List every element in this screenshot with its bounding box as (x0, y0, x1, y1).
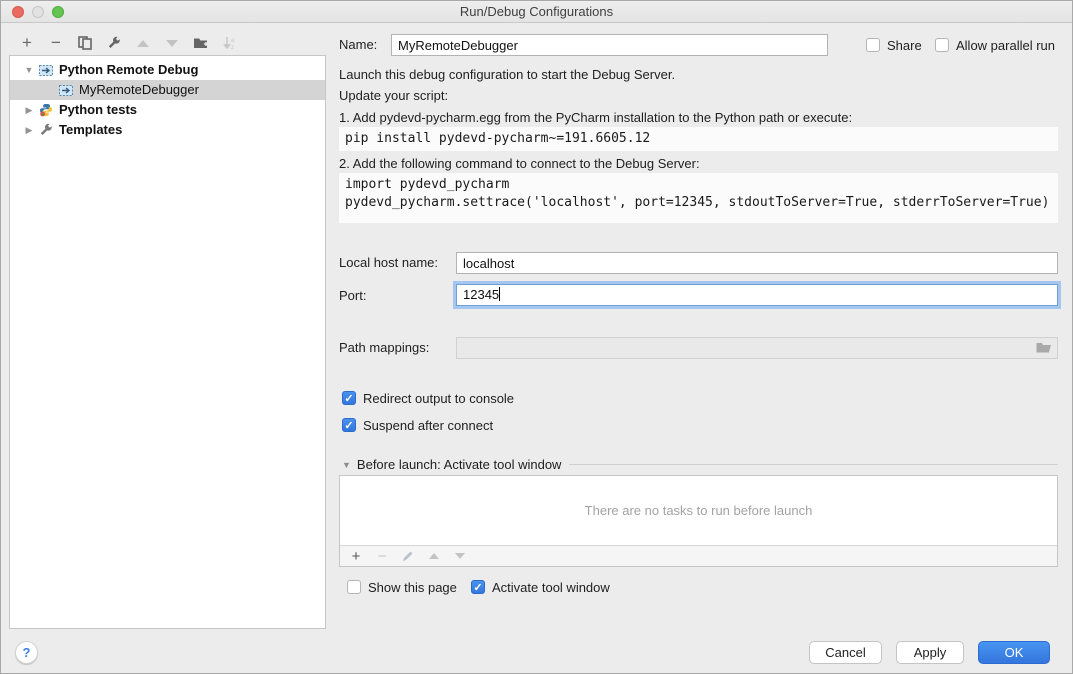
pip-install-code: pip install pydevd-pycharm~=191.6605.12 (339, 127, 1058, 151)
task-up-icon[interactable] (427, 549, 441, 563)
share-checkbox[interactable] (866, 38, 880, 52)
before-launch-header[interactable]: ▼ Before launch: Activate tool window (342, 457, 1058, 472)
activate-tool-window-row[interactable]: ✓ Activate tool window (471, 579, 610, 595)
chevron-right-icon[interactable]: ▶ (24, 120, 34, 140)
port-value: 12345 (463, 287, 499, 302)
header-divider (569, 464, 1058, 465)
settrace-code: import pydevd_pycharm pydevd_pycharm.set… (339, 173, 1058, 223)
allow-parallel-label: Allow parallel run (956, 38, 1055, 53)
apply-label: Apply (914, 645, 947, 660)
run-debug-configurations-dialog: Run/Debug Configurations + − az ▼ Python… (0, 0, 1073, 674)
share-label: Share (887, 38, 922, 53)
description-line1: Launch this debug configuration to start… (339, 67, 675, 82)
configurations-toolbar: + − az (19, 32, 238, 54)
port-input[interactable]: 12345 (456, 284, 1058, 306)
empty-tasks-message: There are no tasks to run before launch (340, 476, 1057, 545)
ok-button[interactable]: OK (978, 641, 1050, 664)
add-icon[interactable]: + (19, 35, 35, 51)
tree-item-label: Python tests (59, 100, 137, 120)
text-caret (499, 287, 500, 301)
activate-tool-window-label: Activate tool window (492, 580, 610, 595)
remove-task-icon[interactable]: − (375, 549, 389, 563)
redirect-output-label: Redirect output to console (363, 391, 514, 406)
wrench-icon[interactable] (106, 35, 122, 51)
edit-task-icon[interactable] (401, 549, 415, 563)
before-launch-task-list: There are no tasks to run before launch … (339, 475, 1058, 567)
remote-debug-icon (38, 63, 54, 77)
title-bar: Run/Debug Configurations (1, 1, 1072, 23)
port-label: Port: (339, 285, 366, 307)
suspend-after-connect-checkbox[interactable]: ✓ (342, 418, 356, 432)
settrace-code-line1: import pydevd_pycharm (345, 177, 509, 192)
copy-icon[interactable] (77, 35, 93, 51)
tree-item-python-remote-debug[interactable]: ▼ Python Remote Debug (10, 60, 325, 80)
move-up-icon[interactable] (135, 35, 151, 51)
share-checkbox-row[interactable]: Share (866, 37, 922, 53)
python-tests-icon (38, 103, 54, 117)
cancel-label: Cancel (825, 645, 865, 660)
new-folder-icon[interactable] (193, 35, 209, 51)
move-down-icon[interactable] (164, 35, 180, 51)
add-task-icon[interactable]: + (349, 549, 363, 563)
suspend-after-connect-label: Suspend after connect (363, 418, 493, 433)
local-host-label: Local host name: (339, 252, 438, 274)
task-down-icon[interactable] (453, 549, 467, 563)
tree-item-python-tests[interactable]: ▶ Python tests (10, 100, 325, 120)
show-this-page-checkbox[interactable] (347, 580, 361, 594)
window-title: Run/Debug Configurations (1, 1, 1072, 23)
settrace-code-line2: pydevd_pycharm.settrace('localhost', por… (345, 195, 1049, 210)
show-this-page-row[interactable]: Show this page (347, 579, 457, 595)
task-toolbar: + − (340, 545, 1057, 566)
chevron-down-icon[interactable]: ▼ (342, 460, 351, 470)
before-launch-title: Before launch: Activate tool window (357, 457, 562, 472)
configurations-tree: ▼ Python Remote Debug MyRemoteDebugger ▶… (9, 55, 326, 629)
suspend-after-connect-row[interactable]: ✓ Suspend after connect (342, 417, 493, 433)
svg-text:a: a (231, 38, 235, 44)
description-line2: Update your script: (339, 88, 448, 103)
chevron-down-icon[interactable]: ▼ (24, 60, 34, 80)
apply-button[interactable]: Apply (896, 641, 964, 664)
show-this-page-label: Show this page (368, 580, 457, 595)
remove-icon[interactable]: − (48, 35, 64, 51)
redirect-output-row[interactable]: ✓ Redirect output to console (342, 390, 514, 406)
help-button[interactable]: ? (15, 641, 38, 664)
name-label: Name: (339, 34, 377, 56)
step1-text: 1. Add pydevd-pycharm.egg from the PyCha… (339, 110, 852, 125)
cancel-button[interactable]: Cancel (809, 641, 882, 664)
templates-icon (38, 123, 54, 137)
browse-folder-icon[interactable] (1036, 340, 1053, 357)
chevron-right-icon[interactable]: ▶ (24, 100, 34, 120)
tree-item-myremotedebugger[interactable]: MyRemoteDebugger (10, 80, 325, 100)
svg-text:z: z (231, 45, 234, 50)
redirect-output-checkbox[interactable]: ✓ (342, 391, 356, 405)
tree-item-label: Templates (59, 120, 122, 140)
name-input[interactable] (391, 34, 828, 56)
remote-debug-icon (58, 83, 74, 97)
local-host-input[interactable] (456, 252, 1058, 274)
allow-parallel-checkbox[interactable] (935, 38, 949, 52)
path-mappings-label: Path mappings: (339, 337, 429, 359)
help-label: ? (23, 645, 31, 660)
tree-item-label: Python Remote Debug (59, 60, 198, 80)
step2-text: 2. Add the following command to connect … (339, 156, 700, 171)
tree-item-label: MyRemoteDebugger (79, 80, 199, 100)
sort-alpha-icon[interactable]: az (222, 35, 238, 51)
tree-item-templates[interactable]: ▶ Templates (10, 120, 325, 140)
ok-label: OK (1005, 645, 1024, 660)
allow-parallel-checkbox-row[interactable]: Allow parallel run (935, 37, 1055, 53)
activate-tool-window-checkbox[interactable]: ✓ (471, 580, 485, 594)
path-mappings-input[interactable] (456, 337, 1058, 359)
